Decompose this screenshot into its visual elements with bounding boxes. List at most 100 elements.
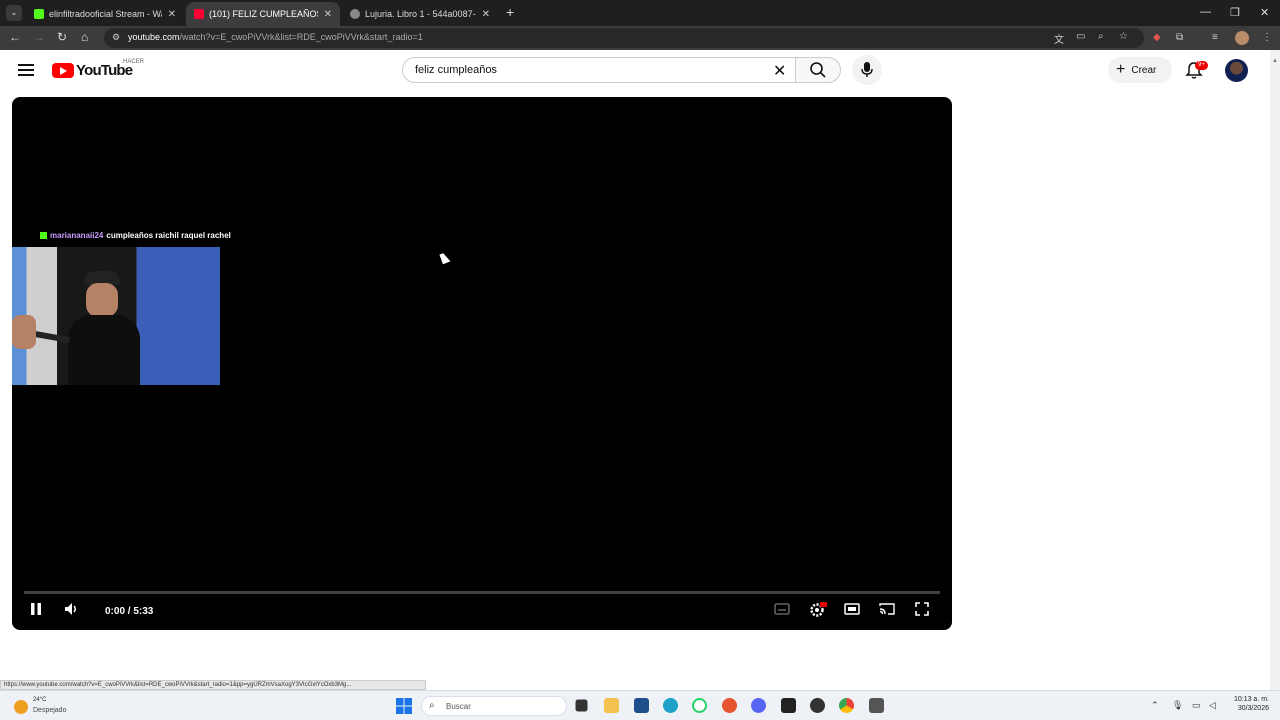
task-view-icon[interactable] (575, 699, 588, 712)
bookmark-star-icon[interactable]: ☆ (1119, 31, 1131, 43)
miniplayer-icon (844, 603, 860, 615)
close-window-icon[interactable]: ✕ (1260, 6, 1269, 19)
url-text: youtube.com/watch?v=E_cwoPiVVrk&list=RDE… (128, 32, 423, 42)
notification-badge: 9+ (1195, 61, 1208, 70)
zoom-icon[interactable]: ⌕ (1098, 31, 1110, 43)
translate-icon[interactable]: 文 (1054, 31, 1066, 46)
clock-date: 30/3/2026 (1237, 705, 1269, 712)
tray-chevron-icon[interactable]: ⌃ (1151, 700, 1159, 711)
status-url: https://www.youtube.com/watch?v=E_cwoPiV… (0, 680, 426, 690)
cast-icon (879, 603, 895, 615)
youtube-logo[interactable]: YouTube (52, 62, 133, 79)
new-tab-button[interactable]: + (506, 4, 514, 20)
close-tab-icon[interactable]: ✕ (168, 9, 176, 20)
fullscreen-icon (915, 602, 929, 616)
subtitles-button[interactable] (774, 602, 790, 621)
fullscreen-button[interactable] (915, 602, 929, 621)
progress-bar[interactable] (24, 591, 940, 594)
weather-temp: 24°C (33, 697, 47, 703)
volume-icon (65, 603, 76, 615)
chat-overlay: mariananaii24 cumpleaños raichil raquel r… (40, 231, 231, 240)
microphone-icon (861, 62, 873, 77)
minimize-icon[interactable]: — (1200, 6, 1211, 18)
search-button[interactable] (795, 57, 841, 83)
browser-tab-active[interactable]: (101) FELIZ CUMPLEAÑOS ORI ✕ (186, 2, 340, 26)
youtube-icon (194, 9, 204, 19)
tab-search-icon[interactable]: ⌄ (6, 5, 22, 21)
tab-title: (101) FELIZ CUMPLEAÑOS ORI (209, 9, 318, 19)
chrome-icon[interactable] (839, 698, 854, 713)
weather-description: Despejado (33, 707, 67, 714)
browser-tab[interactable]: Lujuria. Libro 1 - 544a0087-06 ✕ (342, 2, 498, 26)
windows-start-icon[interactable] (396, 698, 412, 714)
cast-button[interactable] (879, 602, 895, 621)
clock-time: 10:13 a. m. (1233, 696, 1269, 703)
video-player[interactable]: mariananaii24 cumpleaños raichil raquel r… (12, 97, 952, 630)
youtube-header: YouTube HACER feliz cumpleaños ✕ + Crear… (0, 50, 1270, 92)
restore-icon[interactable]: ❐ (1230, 6, 1240, 19)
subtitles-icon (774, 603, 790, 615)
browser-toolbar: ← → ↻ ⌂ ⚙ youtube.com/watch?v=E_cwoPiVVr… (0, 26, 1280, 50)
store-icon[interactable] (634, 698, 649, 713)
account-avatar[interactable] (1225, 59, 1248, 82)
search-icon (810, 62, 826, 78)
weather-icon (14, 700, 28, 714)
site-info-icon[interactable]: ⚙ (112, 32, 120, 43)
browser-tab[interactable]: elinfiltradooficial Stream - Watc ✕ (26, 2, 184, 26)
globe-icon (350, 9, 360, 19)
cast-page-icon[interactable]: ▭ (1076, 31, 1088, 43)
back-icon[interactable]: ← (9, 30, 21, 44)
taskbar-clock[interactable]: 10:13 a. m. 30/3/2026 (1229, 696, 1269, 712)
pause-icon (31, 603, 41, 615)
hand (12, 315, 36, 349)
forward-icon[interactable]: → (33, 30, 45, 44)
clear-search-icon[interactable]: ✕ (773, 61, 786, 81)
scroll-up-arrow-icon[interactable]: ▲ (1272, 58, 1278, 66)
tab-title: elinfiltradooficial Stream - Watc (49, 9, 162, 19)
reload-icon[interactable]: ↻ (57, 30, 67, 44)
app-icon[interactable] (869, 698, 884, 713)
taskbar: 24°C Despejado ⌕ Buscar ⌃ 🎙︎ ▭ ◁ 10:13 a… (0, 690, 1280, 720)
network-icon[interactable]: ▭ (1192, 700, 1201, 711)
settings-button[interactable] (809, 602, 827, 623)
discord-icon[interactable] (751, 698, 766, 713)
close-tab-icon[interactable]: ✕ (324, 9, 332, 20)
search-input[interactable]: feliz cumpleaños ✕ (402, 57, 796, 83)
pause-button[interactable] (29, 602, 43, 621)
whatsapp-icon[interactable] (692, 698, 707, 713)
media-control-icon[interactable]: ≡ (1212, 32, 1224, 44)
volume-button[interactable] (64, 602, 80, 621)
taskbar-search-placeholder: Buscar (446, 702, 471, 711)
extensions-puzzle-icon[interactable]: ⧉ (1176, 32, 1188, 44)
create-label: Crear (1131, 64, 1157, 76)
taskbar-search[interactable]: ⌕ Buscar (421, 696, 567, 716)
miniplayer-button[interactable] (844, 602, 860, 621)
youtube-play-icon (52, 63, 74, 78)
edge-icon[interactable] (663, 698, 678, 713)
tray-mic-icon[interactable]: 🎙︎ (1172, 700, 1183, 711)
file-explorer-icon[interactable] (604, 698, 619, 713)
menu-icon[interactable] (18, 64, 34, 76)
capcut-icon[interactable] (781, 698, 796, 713)
address-bar[interactable]: ⚙ youtube.com/watch?v=E_cwoPiVVrk&list=R… (104, 28, 1144, 48)
voice-search-button[interactable] (852, 55, 882, 85)
browser-tab-strip: ⌄ elinfiltradooficial Stream - Watc ✕ (1… (0, 0, 1280, 26)
extension-icon[interactable]: ◆ (1153, 32, 1165, 44)
profile-avatar[interactable] (1235, 31, 1249, 45)
create-button[interactable]: + Crear (1108, 57, 1172, 83)
speaker-icon[interactable]: ◁ (1209, 700, 1216, 711)
firefox-icon[interactable] (722, 698, 737, 713)
time-display: 0:00 / 5:33 (105, 606, 154, 617)
chat-username: mariananaii24 (50, 231, 104, 240)
url-path: /watch?v=E_cwoPiVVrk&list=RDE_cwoPiVVrk&… (179, 32, 423, 42)
webcam-overlay (12, 247, 220, 385)
browser-menu-icon[interactable]: ⋮ (1262, 32, 1274, 44)
gear-icon (810, 602, 827, 617)
close-tab-icon[interactable]: ✕ (482, 9, 490, 20)
obs-icon[interactable] (810, 698, 825, 713)
home-icon[interactable]: ⌂ (81, 30, 88, 44)
page-scrollbar[interactable] (1270, 50, 1280, 690)
url-host: youtube.com (128, 32, 180, 42)
kick-logo-icon (40, 232, 47, 240)
tab-title: Lujuria. Libro 1 - 544a0087-06 (365, 9, 476, 19)
